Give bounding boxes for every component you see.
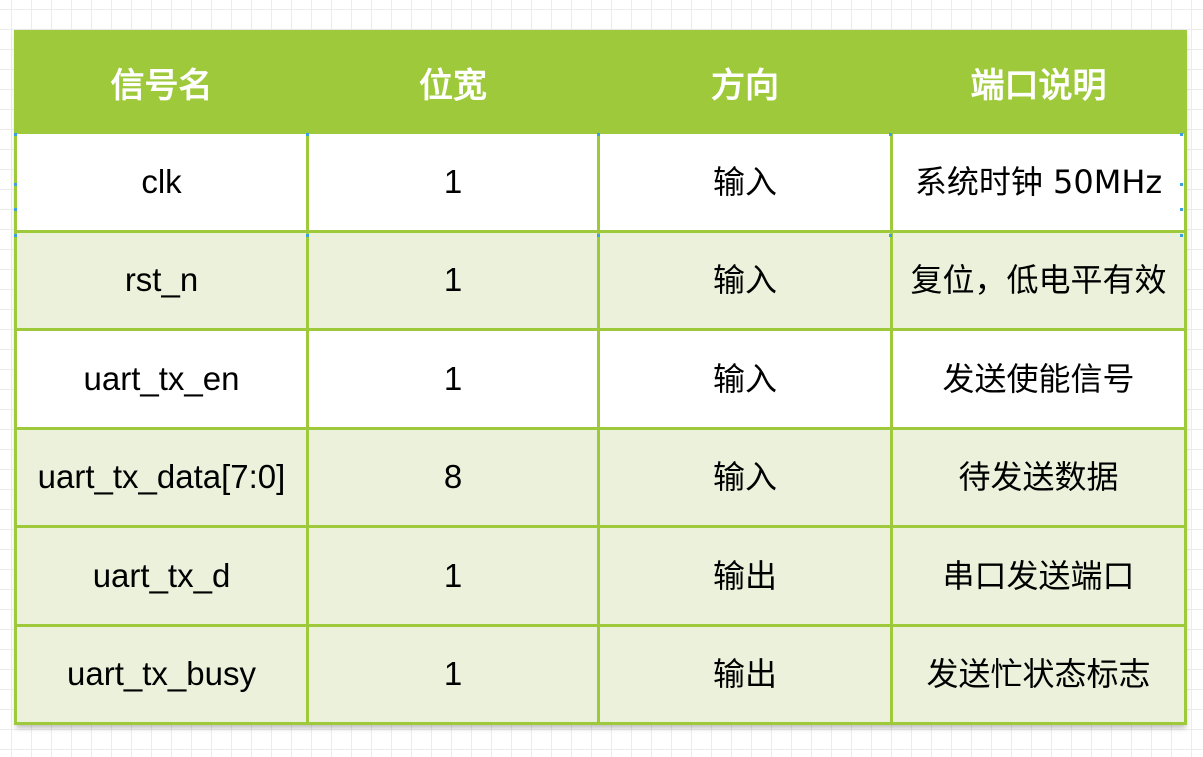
cell-bit-width[interactable]: 1 [306,328,600,430]
port-table: 信号名 位宽 方向 端口说明 clk 1 输入 系统时钟 50MHz rst_n… [14,30,1187,725]
table-header-row: 信号名 位宽 方向 端口说明 [14,30,1187,134]
cell-bit-width[interactable]: 1 [306,131,600,233]
cell-port-description[interactable]: 系统时钟 50MHz [890,131,1187,233]
port-table-container: 信号名 位宽 方向 端口说明 clk 1 输入 系统时钟 50MHz rst_n… [14,30,1187,725]
cell-port-description[interactable]: 发送使能信号 [890,328,1187,430]
table-row: uart_tx_data[7:0] 8 输入 待发送数据 [14,426,1187,528]
cell-signal-name[interactable]: uart_tx_en [14,328,309,430]
cell-signal-name[interactable]: rst_n [14,229,309,331]
cell-direction[interactable]: 输入 [597,229,893,331]
table-row: rst_n 1 输入 复位，低电平有效 [14,229,1187,331]
cell-bit-width[interactable]: 1 [306,525,600,627]
cell-bit-width[interactable]: 1 [306,229,600,331]
cell-direction[interactable]: 输入 [597,328,893,430]
cell-port-description[interactable]: 发送忙状态标志 [890,623,1187,725]
cell-port-description[interactable]: 串口发送端口 [890,525,1187,627]
table-row: clk 1 输入 系统时钟 50MHz [14,131,1187,233]
cell-direction[interactable]: 输出 [597,623,893,725]
cell-direction[interactable]: 输出 [597,525,893,627]
cell-bit-width[interactable]: 1 [306,623,600,725]
table-row: uart_tx_d 1 输出 串口发送端口 [14,525,1187,627]
cell-direction[interactable]: 输入 [597,426,893,528]
cell-signal-name[interactable]: uart_tx_busy [14,623,309,725]
table-row: uart_tx_en 1 输入 发送使能信号 [14,328,1187,430]
cell-port-description[interactable]: 待发送数据 [890,426,1187,528]
cell-signal-name[interactable]: clk [14,131,309,233]
cell-bit-width[interactable]: 8 [306,426,600,528]
header-signal-name[interactable]: 信号名 [14,30,309,134]
cell-port-description[interactable]: 复位，低电平有效 [890,229,1187,331]
header-direction[interactable]: 方向 [597,30,893,134]
header-port-description[interactable]: 端口说明 [890,30,1187,134]
cell-signal-name[interactable]: uart_tx_d [14,525,309,627]
header-bit-width[interactable]: 位宽 [306,30,600,134]
cell-direction[interactable]: 输入 [597,131,893,233]
cell-signal-name[interactable]: uart_tx_data[7:0] [14,426,309,528]
table-row: uart_tx_busy 1 输出 发送忙状态标志 [14,623,1187,725]
